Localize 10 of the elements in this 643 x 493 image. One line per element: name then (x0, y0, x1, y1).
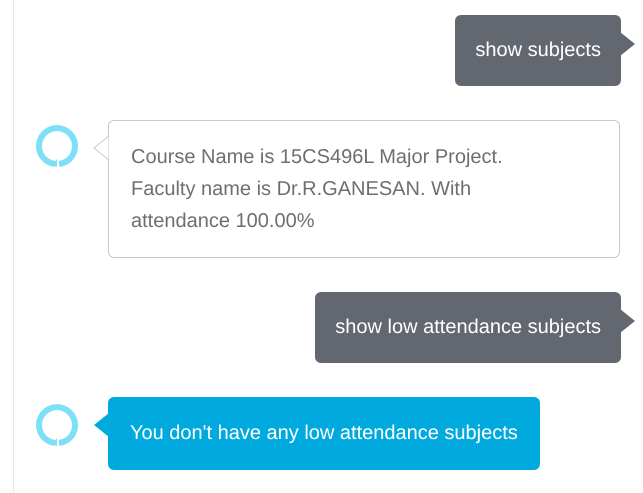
bubble-tail (93, 135, 109, 161)
bubble-tail (620, 308, 636, 334)
bubble-tail (93, 412, 109, 438)
ring-icon (35, 124, 79, 168)
message-bubble: Course Name is 15CS496L Major Project. Faculty name is Dr.R.GANESAN. With attendance 100.00% (108, 120, 620, 258)
ring-icon (35, 403, 79, 447)
bubble-tail (620, 31, 636, 57)
message-bubble: show low attendance subjects (315, 292, 621, 363)
message-bubble: You don't have any low attendance subjects (108, 397, 540, 470)
message-bubble: show subjects (455, 15, 621, 86)
